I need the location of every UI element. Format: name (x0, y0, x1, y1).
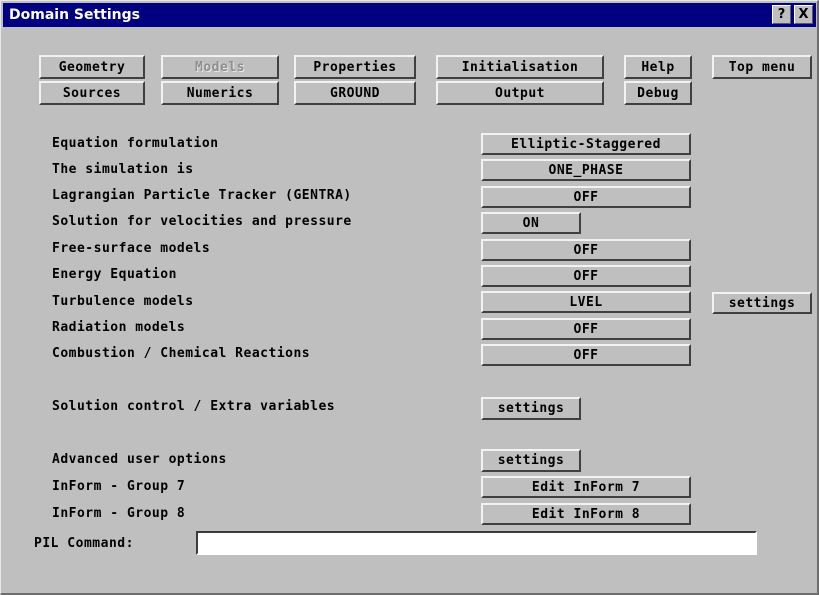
close-icon[interactable]: X (794, 5, 813, 24)
toolbar-button-properties[interactable]: Properties (294, 55, 416, 79)
label-lagrangian-particle-tracker: Lagrangian Particle Tracker (GENTRA) (52, 188, 352, 204)
value-button-lagrangian-particle-tracker[interactable]: OFF (481, 186, 691, 208)
label-combustion-chemical-reactions: Combustion / Chemical Reactions (52, 346, 310, 362)
edit-inform-7-button[interactable]: Edit InForm 7 (481, 476, 691, 498)
label-equation-formulation: Equation formulation (52, 136, 219, 152)
value-button-turbulence-models[interactable]: LVEL (481, 291, 691, 313)
edit-inform-8-button[interactable]: Edit InForm 8 (481, 503, 691, 525)
pil-command-input[interactable] (196, 531, 757, 555)
title-bar-buttons: ? X (772, 5, 813, 24)
label-the-simulation-is: The simulation is (52, 162, 194, 178)
toolbar-button-sources[interactable]: Sources (39, 81, 145, 105)
turbulence-settings-button[interactable]: settings (712, 292, 812, 314)
value-button-energy-equation[interactable]: OFF (481, 265, 691, 287)
window-title: Domain Settings (9, 7, 140, 23)
label-turbulence-models: Turbulence models (52, 294, 194, 310)
value-button-solution-velocities-pressure[interactable]: ON (481, 212, 581, 234)
label-inform-group-7: InForm - Group 7 (52, 479, 185, 495)
label-radiation-models: Radiation models (52, 320, 185, 336)
toolbar-button-models: Models (161, 55, 279, 79)
toolbar-button-help[interactable]: Help (624, 55, 692, 79)
toolbar-button-numerics[interactable]: Numerics (161, 81, 279, 105)
solution-control-settings-button[interactable]: settings (481, 397, 581, 420)
toolbar-button-debug[interactable]: Debug (624, 81, 692, 105)
label-solution-for-velocities-and-pressure: Solution for velocities and pressure (52, 214, 352, 230)
toolbar-button-geometry[interactable]: Geometry (39, 55, 145, 79)
domain-settings-window: Domain Settings ? X Geometry Models Prop… (0, 0, 819, 595)
label-energy-equation: Energy Equation (52, 267, 177, 283)
toolbar-button-initialisation[interactable]: Initialisation (436, 55, 604, 79)
label-free-surface-models: Free-surface models (52, 241, 210, 257)
label-solution-control-extra-variables: Solution control / Extra variables (52, 399, 335, 415)
help-icon[interactable]: ? (772, 5, 791, 24)
label-inform-group-8: InForm - Group 8 (52, 506, 185, 522)
label-advanced-user-options: Advanced user options (52, 452, 227, 468)
value-button-simulation-phase[interactable]: ONE_PHASE (481, 159, 691, 181)
value-button-combustion-chemical-reactions[interactable]: OFF (481, 344, 691, 366)
toolbar-button-top-menu[interactable]: Top menu (712, 55, 812, 79)
label-pil-command: PIL Command: (34, 536, 134, 552)
title-bar: Domain Settings ? X (3, 3, 816, 27)
advanced-user-options-settings-button[interactable]: settings (481, 449, 581, 472)
toolbar-button-ground[interactable]: GROUND (294, 81, 416, 105)
value-button-equation-formulation[interactable]: Elliptic-Staggered (481, 133, 691, 155)
toolbar-button-output[interactable]: Output (436, 81, 604, 105)
value-button-free-surface-models[interactable]: OFF (481, 239, 691, 261)
value-button-radiation-models[interactable]: OFF (481, 318, 691, 340)
